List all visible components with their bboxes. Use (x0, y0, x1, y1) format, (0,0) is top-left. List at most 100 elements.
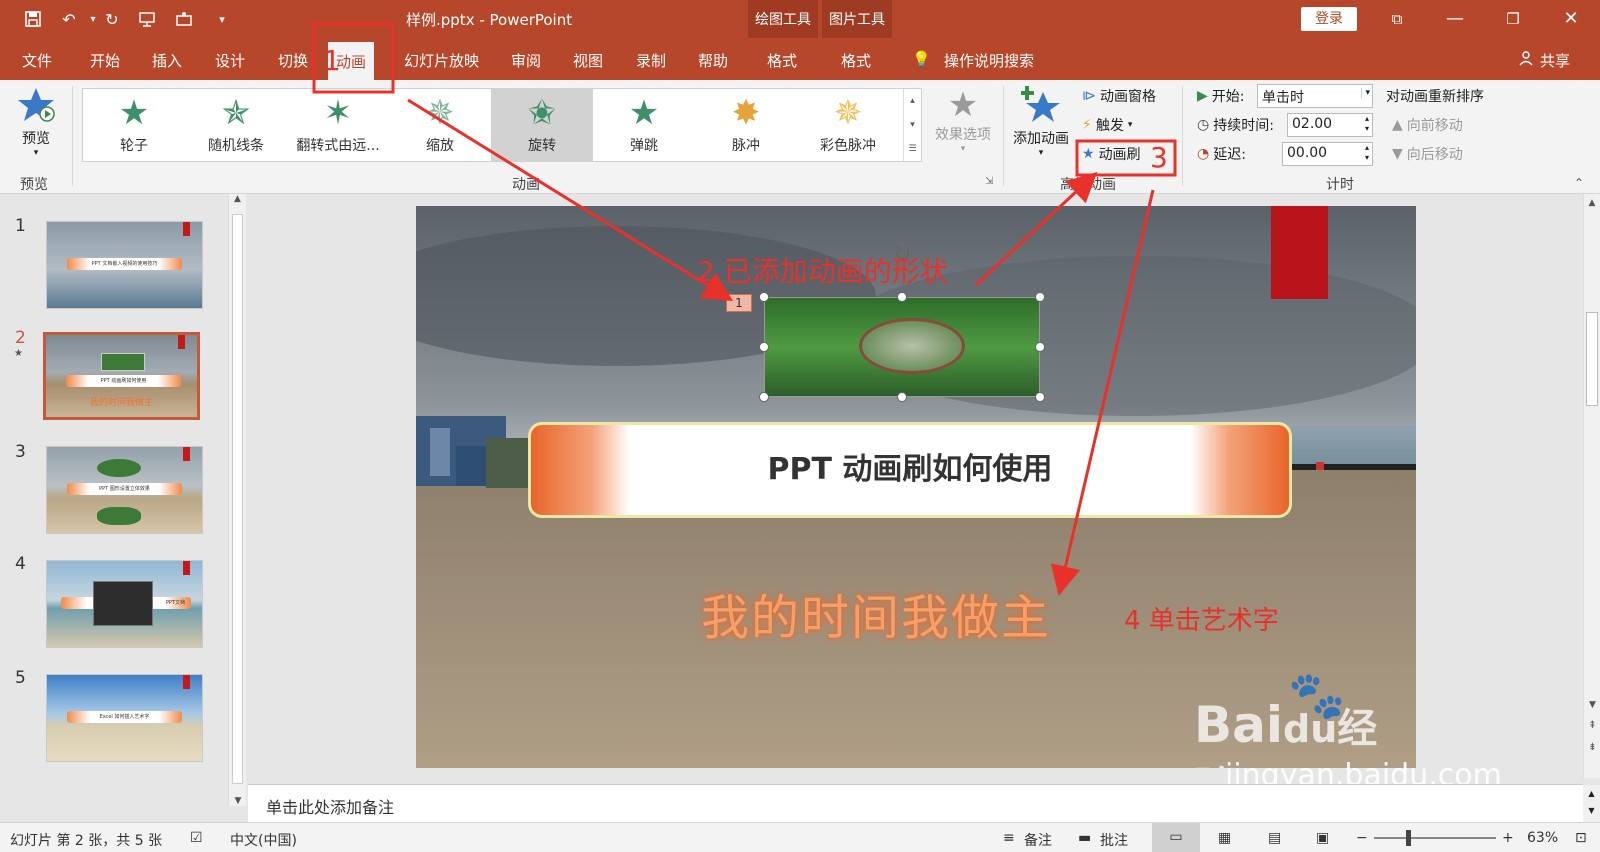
scroll-up-icon[interactable]: ▲ (229, 194, 246, 204)
animation-order-tag[interactable]: 1 (726, 294, 752, 312)
delay-input[interactable]: 00.00 ▴ ▾ (1282, 142, 1373, 166)
close-icon[interactable]: ✕ (1548, 4, 1594, 34)
animation-wheel[interactable]: ★ 轮子 (83, 89, 185, 161)
tell-me-search[interactable]: 操作说明搜索 (944, 50, 1034, 71)
scroll-thumb[interactable] (232, 214, 243, 784)
animation-grow-turn[interactable]: ✶ 翻转式由远... (287, 89, 389, 161)
animation-pane-button[interactable]: ⧐ 动画窗格 (1082, 86, 1156, 106)
minimize-icon[interactable]: — (1432, 4, 1478, 34)
comments-icon[interactable]: ▬ (1078, 830, 1091, 846)
touch-mode-icon[interactable] (173, 8, 195, 30)
present-icon[interactable] (136, 8, 158, 30)
start-select[interactable]: 单击时 ▾ (1257, 84, 1373, 108)
spellcheck-icon[interactable]: ☑ (190, 830, 203, 846)
resize-handle[interactable] (1035, 392, 1045, 402)
zoom-slider[interactable] (1374, 837, 1496, 839)
comments-button[interactable]: 批注 (1100, 830, 1128, 850)
tab-format-picture[interactable]: 格式 (841, 50, 871, 71)
resize-handle[interactable] (759, 392, 769, 402)
ribbon-display-icon[interactable]: ⧉ (1374, 4, 1420, 34)
tab-transitions[interactable]: 切换 (278, 50, 308, 71)
animation-pulse[interactable]: ✸ 脉冲 (695, 89, 797, 161)
slide-thumbnail-4[interactable]: PPT文档 (46, 560, 203, 648)
slide-thumbnail-1[interactable]: PPT 文档嵌入视频的使用技巧 (46, 221, 203, 309)
reading-view-icon[interactable]: ▤ (1268, 830, 1281, 846)
login-button[interactable]: 登录 (1301, 7, 1357, 31)
slide-canvas[interactable]: 1 ↻ PPT 动画刷如何使用 我的时间我做主 Baidu经验 🐾 (416, 206, 1416, 768)
tab-format-drawing[interactable]: 格式 (767, 50, 797, 71)
customize-toolbar-icon[interactable]: ▾ (211, 8, 233, 30)
zoom-out-icon[interactable]: − (1356, 830, 1368, 846)
save-icon[interactable] (22, 8, 44, 30)
scroll-down-icon[interactable]: ▼ (229, 796, 247, 806)
tab-slideshow[interactable]: 幻灯片放映 (404, 50, 479, 71)
resize-handle[interactable] (897, 392, 907, 402)
notes-toggle-button[interactable]: 备注 (1024, 830, 1052, 850)
resize-handle[interactable] (1035, 342, 1045, 352)
animation-painter-button[interactable]: ★ 动画刷 (1082, 144, 1141, 164)
slide-scrollbar[interactable]: ▲ ▼ ⇞ ⇟ (1583, 194, 1600, 778)
animation-swivel[interactable]: ✬ 旋转 (491, 89, 593, 161)
collapse-ribbon-icon[interactable]: ⌃ (1574, 176, 1584, 190)
animation-bounce[interactable]: ★ 弹跳 (593, 89, 695, 161)
red-rectangle-shape[interactable] (1271, 206, 1328, 299)
resize-handle[interactable] (1035, 292, 1045, 302)
tab-review[interactable]: 审阅 (511, 50, 541, 71)
animation-random-bars[interactable]: ✯ 随机线条 (185, 89, 287, 161)
notes-placeholder[interactable]: 单击此处添加备注 (266, 794, 394, 818)
effect-options-button[interactable]: ★ 效果选项 ▾ (930, 86, 996, 154)
fit-slide-icon[interactable]: ⊡ (1575, 830, 1587, 846)
resize-handle[interactable] (759, 292, 769, 302)
dialog-launcher-icon[interactable]: ⇲ (985, 176, 993, 187)
trigger-button[interactable]: ⚡ 触发 ▾ (1082, 115, 1132, 135)
gallery-scroll[interactable]: ▴ ▾ ☰ (903, 89, 921, 161)
slide-sorter-icon[interactable]: ▦ (1218, 830, 1231, 846)
preview-button[interactable]: 预览 ▾ (14, 86, 58, 158)
notes-pane[interactable]: 单击此处添加备注 ▲ ▼ (248, 784, 1600, 823)
language-indicator[interactable]: 中文(中国) (230, 830, 297, 850)
zoom-slider-handle[interactable] (1406, 830, 1411, 846)
move-earlier-button[interactable]: ▲ 向前移动 (1392, 115, 1463, 135)
zoom-level[interactable]: 63% (1527, 830, 1558, 846)
zoom-in-icon[interactable]: + (1502, 830, 1514, 846)
next-slide-icon[interactable]: ⇟ (1584, 742, 1600, 753)
undo-icon[interactable]: ↶ (58, 8, 80, 30)
resize-handle[interactable] (759, 342, 769, 352)
notes-scrollbar[interactable]: ▲ ▼ (1583, 785, 1600, 823)
clock-icon: ◷ (1197, 117, 1210, 133)
redo-icon[interactable]: ↻ (101, 8, 123, 30)
previous-slide-icon[interactable]: ⇞ (1584, 720, 1600, 731)
thumbnail-scrollbar[interactable]: ▲ ▼ (228, 194, 246, 806)
wordart-text[interactable]: 我的时间我做主 (701, 578, 1051, 648)
slide-thumbnail-5[interactable]: Excel 如何插入艺术字 (46, 674, 203, 762)
tab-file[interactable]: 文件 (22, 50, 52, 71)
animation-color-pulse[interactable]: ✵ 彩色脉冲 (797, 89, 899, 161)
notes-toggle-icon[interactable]: ≡ (1003, 830, 1015, 846)
share-button[interactable]: 共享 (1540, 50, 1570, 71)
tab-help[interactable]: 帮助 (698, 50, 728, 71)
person-icon[interactable] (1518, 50, 1534, 70)
scroll-thumb[interactable] (1586, 312, 1598, 406)
tab-insert[interactable]: 插入 (152, 50, 182, 71)
restore-icon[interactable]: ❐ (1490, 4, 1536, 34)
tab-home[interactable]: 开始 (90, 50, 120, 71)
slideshow-view-icon[interactable]: ▣ (1316, 830, 1329, 846)
delay-stepper[interactable]: ▴ ▾ (1365, 143, 1369, 163)
slide-thumbnail-2[interactable]: PPT 动画刷如何使用 我的时间我做主 (43, 332, 200, 420)
scroll-down-icon[interactable]: ▼ (1584, 700, 1600, 710)
resize-handle[interactable] (897, 292, 907, 302)
animated-picture[interactable] (764, 297, 1040, 397)
title-banner[interactable]: PPT 动画刷如何使用 (528, 422, 1292, 518)
slide-thumbnail-3[interactable]: PPT 图形设置立体效果 (46, 446, 203, 534)
lightbulb-icon[interactable]: 💡 (912, 50, 931, 68)
move-later-button[interactable]: ▼ 向后移动 (1392, 144, 1463, 164)
scroll-up-icon[interactable]: ▲ (1584, 198, 1600, 208)
duration-stepper[interactable]: ▴ ▾ (1365, 114, 1369, 134)
normal-view-icon[interactable]: ▭ (1152, 823, 1200, 852)
animation-zoom[interactable]: ✵ 缩放 (389, 89, 491, 161)
add-animation-button[interactable]: 添加动画 ▾ (1008, 84, 1074, 158)
tab-design[interactable]: 设计 (215, 50, 245, 71)
duration-input[interactable]: 02.00 ▴ ▾ (1287, 113, 1373, 137)
tab-record[interactable]: 录制 (636, 50, 666, 71)
tab-view[interactable]: 视图 (573, 50, 603, 71)
